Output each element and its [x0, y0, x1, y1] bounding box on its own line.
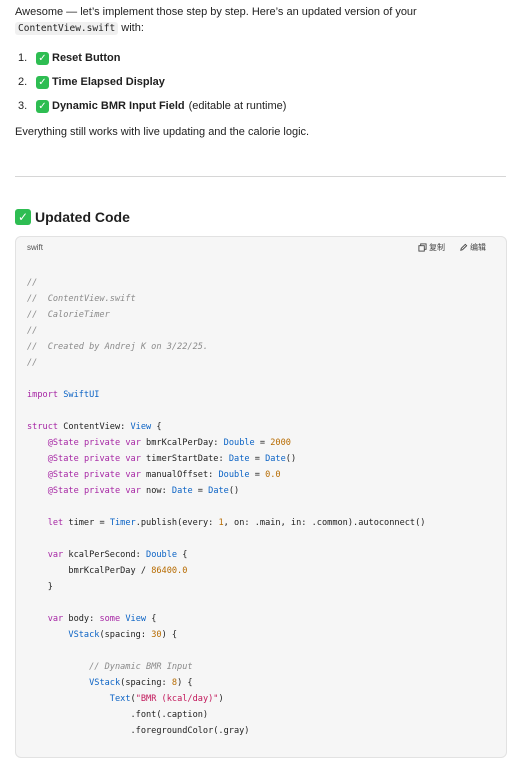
feature-note: (editable at runtime) — [188, 100, 287, 112]
intro-line-1: Awesome — let’s implement those step by … — [15, 6, 417, 18]
feature-title: Reset Button — [52, 52, 121, 64]
edit-label: 编辑 — [470, 243, 486, 252]
list-item: 1. ✓ Reset Button — [18, 46, 286, 70]
code-line: // — [27, 326, 38, 336]
intro-line-2-suffix: with: — [118, 22, 144, 34]
code-line: } — [27, 582, 53, 592]
code-line: .font(.caption) — [27, 710, 209, 720]
feature-title: Time Elapsed Display — [52, 76, 165, 88]
code-line: // — [27, 358, 38, 368]
list-item: 2. ✓ Time Elapsed Display — [18, 70, 286, 94]
code-line: @State private var bmrKcalPerDay: Double… — [47, 438, 291, 448]
code-language-label: swift — [27, 243, 43, 252]
code-line: struct ContentView: View { — [27, 422, 162, 432]
divider — [15, 176, 506, 177]
code-line: // Dynamic BMR Input — [89, 662, 193, 672]
list-number: 2. — [18, 76, 28, 88]
code-line: Text("BMR (kcal/day)") — [109, 694, 224, 704]
code-line: @State private var timerStartDate: Date … — [47, 454, 297, 464]
summary-text: Everything still works with live updatin… — [15, 126, 310, 138]
section-heading: ✓ Updated Code — [15, 209, 130, 225]
intro-text: Awesome — let’s implement those step by … — [15, 4, 505, 36]
code-line: import SwiftUI — [27, 390, 100, 400]
edit-icon — [460, 243, 468, 251]
code-line: VStack(spacing: 30) { — [68, 630, 178, 640]
code-line: // — [27, 278, 38, 288]
check-emoji-icon: ✓ — [36, 75, 49, 89]
code-content: // // ContentView.swift // CalorieTimer // /… — [27, 275, 425, 739]
feature-list: 1. ✓ Reset Button 2. ✓ Time Elapsed Disp… — [18, 46, 286, 118]
code-line: // Created by Andrej K on 3/22/25. — [27, 342, 209, 352]
code-line: @State private var now: Date = Date() — [47, 486, 240, 496]
code-line: .foregroundColor(.gray) — [27, 726, 250, 736]
list-number: 3. — [18, 100, 28, 112]
copy-button[interactable]: 复制 — [418, 242, 445, 253]
check-emoji-icon: ✓ — [15, 209, 31, 225]
code-line: var body: some View { — [47, 614, 157, 624]
inline-code-filename: ContentView.swift — [15, 22, 119, 35]
edit-button[interactable]: 编辑 — [459, 242, 486, 253]
code-line: @State private var manualOffset: Double … — [47, 470, 281, 480]
check-emoji-icon: ✓ — [36, 99, 49, 113]
code-actions: 复制 编辑 — [418, 242, 486, 253]
list-item: 3. ✓ Dynamic BMR Input Field (editable a… — [18, 94, 286, 118]
check-emoji-icon: ✓ — [36, 51, 49, 65]
code-line: // ContentView.swift — [27, 294, 136, 304]
list-number: 1. — [18, 52, 28, 64]
code-line: let timer = Timer.publish(every: 1, on: … — [47, 518, 426, 528]
copy-icon — [418, 243, 427, 252]
code-block: swift 复制 编辑 // // ContentView.swift // Cal… — [15, 236, 507, 758]
heading-text: Updated Code — [35, 209, 130, 225]
code-line: bmrKcalPerDay / 86400.0 — [27, 566, 188, 576]
copy-label: 复制 — [429, 243, 445, 252]
code-line: VStack(spacing: 8) { — [89, 678, 193, 688]
code-line: // CalorieTimer — [27, 310, 110, 320]
intro-line-2: ContentView.swift with: — [15, 20, 505, 36]
code-line: var kcalPerSecond: Double { — [47, 550, 188, 560]
feature-title: Dynamic BMR Input Field — [52, 100, 185, 112]
